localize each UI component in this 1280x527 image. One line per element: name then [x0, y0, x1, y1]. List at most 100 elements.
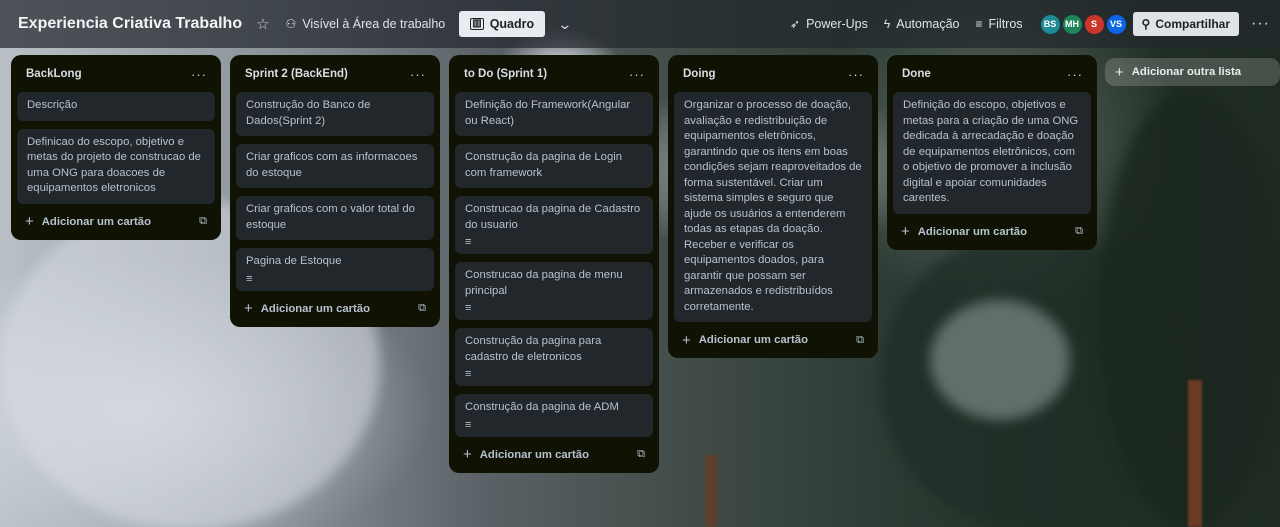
- add-list-label: Adicionar outra lista: [1131, 66, 1241, 78]
- board-header: Experiencia Criativa Trabalho ☆ ⚇ Visíve…: [0, 0, 1280, 48]
- board-icon: ▥: [470, 18, 484, 30]
- card[interactable]: Criar graficos com o valor total do esto…: [236, 196, 434, 240]
- card-text: Construção do Banco de Dados(Sprint 2): [246, 99, 371, 127]
- board-view-label: Quadro: [489, 17, 535, 31]
- card-text: Construcao da pagina de Cadastro do usua…: [465, 203, 641, 231]
- template-icon[interactable]: ⧉: [418, 302, 426, 315]
- filters-button[interactable]: ≡ Filtros: [975, 17, 1022, 31]
- add-card-label: Adicionar um cartão: [41, 215, 151, 228]
- card[interactable]: Pagina de Estoque ≡: [236, 248, 434, 291]
- add-card-row: + Adicionar um cartão ⧉: [236, 299, 434, 319]
- member-avatars: BS MH S VS: [1039, 13, 1127, 35]
- card-text: Definição do escopo, objetivos e metas p…: [903, 99, 1079, 204]
- card[interactable]: Descrição: [17, 92, 215, 121]
- card[interactable]: Organizar o processo de doação, avaliaçã…: [674, 92, 872, 322]
- plus-icon: +: [463, 446, 472, 463]
- description-icon: ≡: [246, 272, 253, 285]
- share-label: Compartilhar: [1155, 17, 1231, 31]
- add-list-button[interactable]: + Adicionar outra lista: [1105, 58, 1280, 86]
- list-header: to Do (Sprint 1) ···: [455, 64, 653, 84]
- filter-icon: ≡: [975, 17, 983, 31]
- add-card-button[interactable]: + Adicionar um cartão: [244, 300, 370, 317]
- template-icon[interactable]: ⧉: [1075, 225, 1083, 238]
- list-title[interactable]: to Do (Sprint 1): [464, 68, 547, 80]
- card-text: Construcao da pagina de menu principal: [465, 269, 623, 297]
- visibility-button[interactable]: ⚇ Visível à Área de trabalho: [286, 17, 446, 31]
- add-card-row: + Adicionar um cartão ⧉: [17, 212, 215, 232]
- card[interactable]: Construção da pagina para cadastro de el…: [455, 328, 653, 386]
- add-card-label: Adicionar um cartão: [917, 225, 1027, 238]
- filters-label: Filtros: [988, 17, 1023, 31]
- list-menu-icon[interactable]: ···: [410, 67, 426, 82]
- list-sprint-2: Sprint 2 (BackEnd) ··· Construção do Ban…: [230, 55, 440, 327]
- list-header: Doing ···: [674, 64, 872, 84]
- powerups-button[interactable]: ➶ Power-Ups: [790, 17, 868, 31]
- description-icon: ≡: [465, 302, 472, 314]
- card[interactable]: Construcao da pagina de menu principal ≡: [455, 262, 653, 320]
- add-card-label: Adicionar um cartão: [698, 334, 808, 346]
- add-card-button[interactable]: + Adicionar um cartão: [463, 446, 589, 463]
- template-icon[interactable]: ⧉: [637, 448, 645, 461]
- card-text: Pagina de Estoque: [246, 255, 342, 267]
- avatar[interactable]: MH: [1061, 13, 1083, 35]
- card-text: Construção da pagina para cadastro de el…: [465, 335, 602, 363]
- board-title[interactable]: Experiencia Criativa Trabalho: [18, 15, 242, 33]
- avatar[interactable]: S: [1083, 13, 1105, 35]
- card-text: Definicao do escopo, objetivo e metas do…: [27, 135, 201, 195]
- card[interactable]: Construção da pagina de Login com framew…: [455, 144, 653, 188]
- visibility-label: Visível à Área de trabalho: [302, 17, 446, 31]
- card[interactable]: Definicao do escopo, objetivo e metas do…: [17, 128, 215, 204]
- card-text: Criar graficos com as informacoes do est…: [246, 151, 418, 179]
- card[interactable]: Construção do Banco de Dados(Sprint 2): [236, 92, 434, 136]
- list-menu-icon[interactable]: ···: [848, 67, 864, 82]
- description-icon: ≡: [465, 368, 472, 380]
- list-done: Done ··· Definição do escopo, objetivos …: [887, 55, 1097, 250]
- list-header: BackLong ···: [17, 64, 215, 84]
- avatar[interactable]: BS: [1039, 13, 1061, 35]
- star-icon[interactable]: ☆: [256, 15, 269, 33]
- board-view-button[interactable]: ▥ Quadro: [459, 11, 546, 37]
- add-card-row: + Adicionar um cartão ⧉: [893, 222, 1091, 242]
- add-card-row: + Adicionar um cartão ⧉: [455, 445, 653, 465]
- list-title[interactable]: Doing: [683, 68, 716, 80]
- card[interactable]: Definição do Framework(Angular ou React): [455, 92, 653, 136]
- card-text: Construção da pagina de ADM: [465, 401, 619, 413]
- list-menu-icon[interactable]: ···: [1067, 67, 1083, 82]
- chevron-down-icon[interactable]: ⌄: [557, 16, 572, 33]
- plus-icon: +: [901, 223, 910, 240]
- powerups-label: Power-Ups: [806, 17, 868, 31]
- add-card-row: + Adicionar um cartão ⧉: [674, 330, 872, 350]
- list-to-do: to Do (Sprint 1) ··· Definição do Framew…: [449, 55, 659, 473]
- share-button[interactable]: ⚲ Compartilhar: [1132, 12, 1240, 36]
- list-title[interactable]: Sprint 2 (BackEnd): [245, 68, 348, 80]
- add-card-button[interactable]: + Adicionar um cartão: [25, 213, 151, 230]
- plus-icon: +: [1115, 63, 1124, 81]
- list-title[interactable]: BackLong: [26, 68, 82, 80]
- list-menu-icon[interactable]: ···: [191, 67, 207, 82]
- automation-label: Automação: [896, 17, 960, 31]
- card[interactable]: Definição do escopo, objetivos e metas p…: [893, 92, 1091, 214]
- plus-icon: +: [682, 331, 691, 349]
- background-trunk: [705, 455, 717, 527]
- avatar[interactable]: VS: [1105, 13, 1127, 35]
- rocket-icon: ➶: [790, 17, 801, 31]
- add-card-label: Adicionar um cartão: [260, 302, 370, 315]
- template-icon[interactable]: ⧉: [856, 334, 864, 347]
- card-text: Criar graficos com o valor total do esto…: [246, 203, 415, 231]
- list-doing: Doing ··· Organizar o processo de doação…: [668, 55, 878, 358]
- add-card-button[interactable]: + Adicionar um cartão: [682, 332, 808, 349]
- list-title[interactable]: Done: [902, 68, 931, 80]
- list-backlong: BackLong ··· Descrição Definicao do esco…: [11, 55, 221, 240]
- card[interactable]: Construcao da pagina de Cadastro do usua…: [455, 196, 653, 254]
- description-icon: ≡: [465, 236, 472, 248]
- add-card-button[interactable]: + Adicionar um cartão: [901, 223, 1027, 240]
- more-icon[interactable]: ···: [1251, 15, 1270, 33]
- list-menu-icon[interactable]: ···: [629, 67, 645, 82]
- automation-button[interactable]: ϟ Automação: [884, 17, 960, 31]
- card[interactable]: Construção da pagina de ADM ≡: [455, 394, 653, 437]
- card[interactable]: Criar graficos com as informacoes do est…: [236, 144, 434, 188]
- background-trunk: [1188, 380, 1202, 527]
- card-text: Descrição: [27, 99, 78, 111]
- template-icon[interactable]: ⧉: [199, 215, 207, 228]
- background-snow-patch: [930, 300, 1070, 420]
